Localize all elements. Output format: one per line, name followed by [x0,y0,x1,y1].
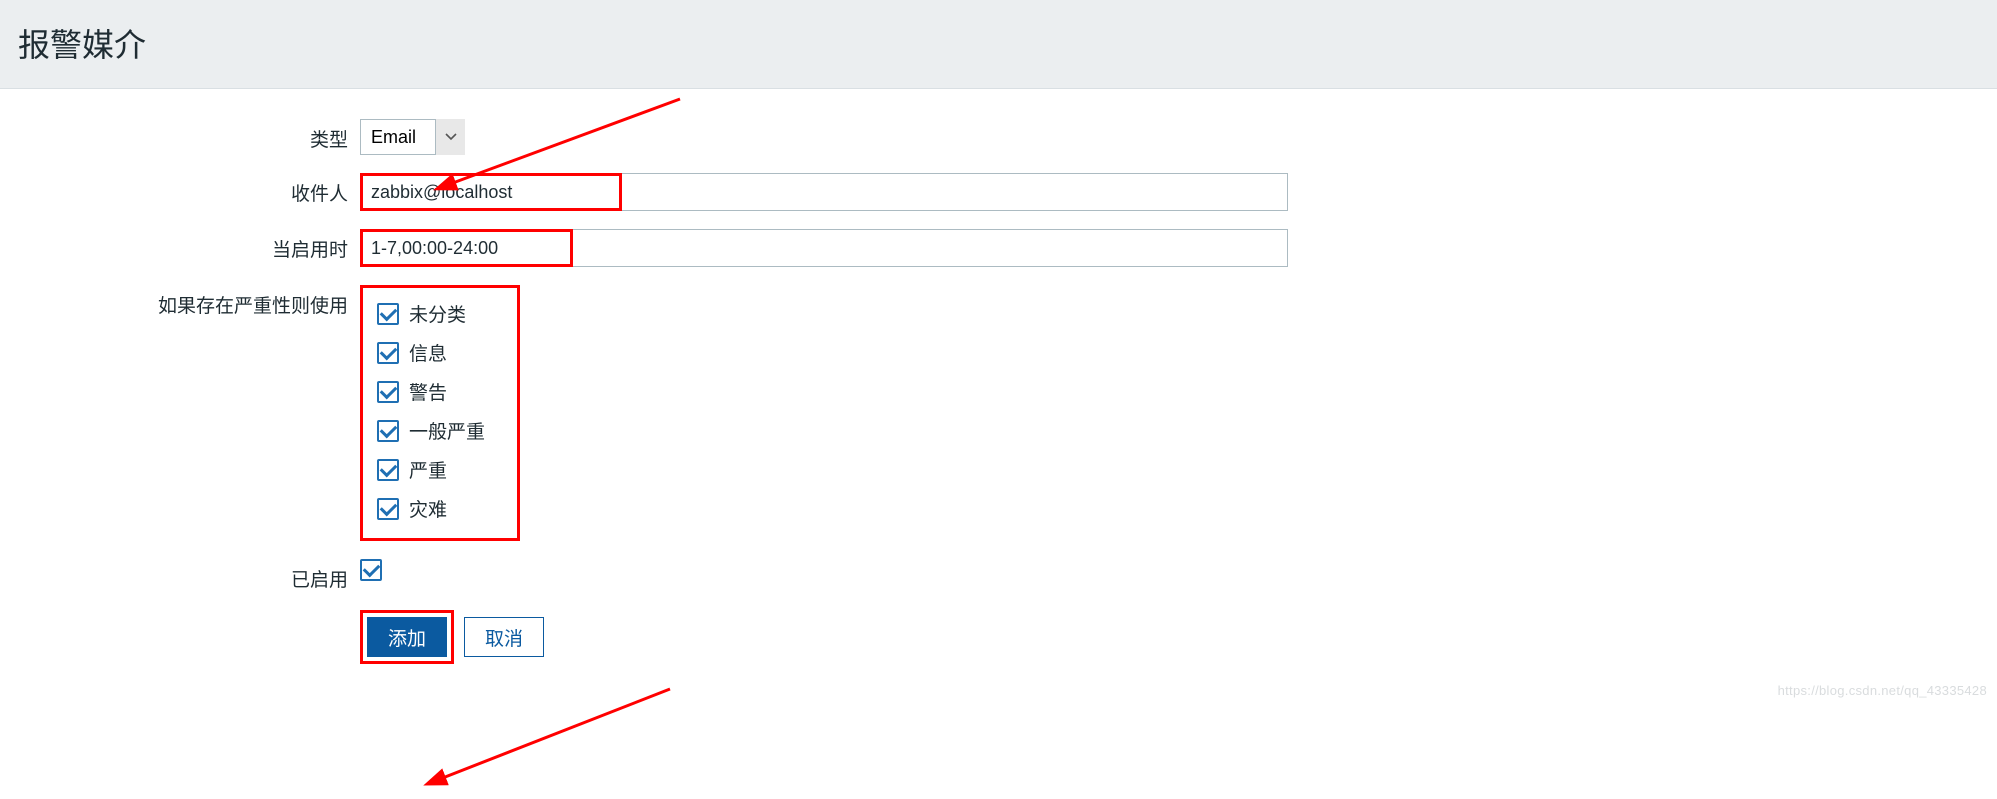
severity-item[interactable]: 信息 [377,333,503,372]
row-buttons: 添加 取消 [20,610,1977,664]
checkbox-icon[interactable] [377,381,399,403]
label-recipient: 收件人 [20,173,360,206]
checkbox-icon[interactable] [377,459,399,481]
active-value: 1-7,00:00-24:00 [371,238,498,259]
row-enabled: 已启用 [20,559,1977,592]
checkbox-icon[interactable] [377,498,399,520]
page-header: 报警媒介 [0,0,1997,89]
severity-label: 一般严重 [409,417,485,444]
label-active: 当启用时 [20,229,360,262]
form-content: 类型 Email 收件人 zabbix@localhost [0,89,1997,702]
annotation-arrow-icon [420,679,680,799]
recipient-value: zabbix@localhost [371,182,512,203]
active-input[interactable]: 1-7,00:00-24:00 [360,229,1288,267]
severity-label: 灾难 [409,495,447,522]
severity-label: 严重 [409,456,447,483]
severity-label: 信息 [409,339,447,366]
row-recipient: 收件人 zabbix@localhost [20,173,1977,211]
type-select-wrap[interactable]: Email [360,119,465,155]
watermark: https://blog.csdn.net/qq_43335428 [1778,683,1987,698]
highlight-add-button: 添加 [360,610,454,664]
type-select[interactable]: Email [360,119,465,155]
enabled-checkbox[interactable] [360,559,382,581]
highlight-recipient: zabbix@localhost [360,173,622,211]
recipient-input[interactable]: zabbix@localhost [360,173,1288,211]
label-type: 类型 [20,119,360,152]
page-title: 报警媒介 [18,20,1979,66]
checkbox-icon[interactable] [377,303,399,325]
row-active: 当启用时 1-7,00:00-24:00 [20,229,1977,267]
severity-item[interactable]: 警告 [377,372,503,411]
severity-group: 未分类 信息 警告 一般严重 严重 [360,285,520,541]
add-button[interactable]: 添加 [367,617,447,657]
cancel-button[interactable]: 取消 [464,617,544,657]
severity-label: 警告 [409,378,447,405]
severity-item[interactable]: 未分类 [377,294,503,333]
severity-item[interactable]: 灾难 [377,489,503,528]
row-severity: 如果存在严重性则使用 未分类 信息 警告 一般严重 [20,285,1977,541]
checkbox-icon[interactable] [377,420,399,442]
severity-label: 未分类 [409,300,466,327]
row-type: 类型 Email [20,119,1977,155]
severity-item[interactable]: 一般严重 [377,411,503,450]
severity-item[interactable]: 严重 [377,450,503,489]
highlight-active: 1-7,00:00-24:00 [360,229,573,267]
checkbox-icon[interactable] [377,342,399,364]
label-enabled: 已启用 [20,559,360,592]
label-severity: 如果存在严重性则使用 [20,285,360,318]
